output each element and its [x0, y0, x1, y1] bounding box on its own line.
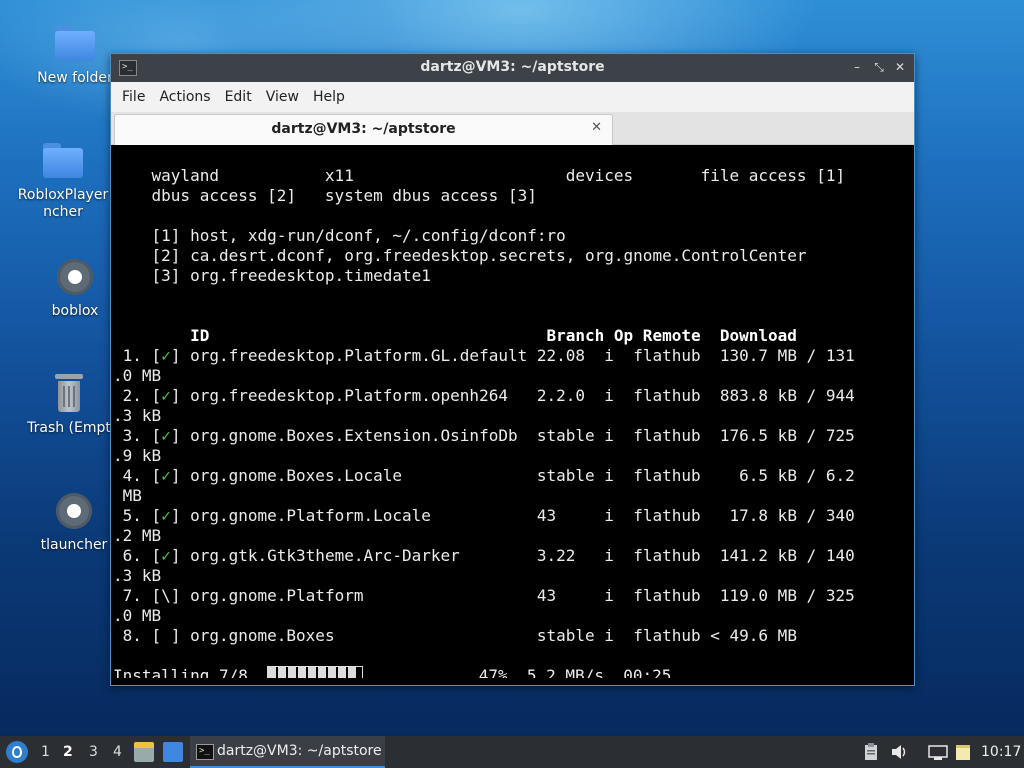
minimize-button[interactable]: – [848, 58, 866, 76]
window-title: dartz@VM3: ~/aptstore [420, 59, 605, 75]
table-row-wrap: .3 kB [113, 566, 162, 585]
menu-bar: File Actions Edit View Help [111, 82, 914, 112]
workspace-1[interactable]: 1 [41, 744, 50, 760]
trash-icon [47, 372, 91, 416]
desktop-icon-label: RobloxPlayer ncher [17, 187, 109, 220]
table-row: 8. [ ] org.gnome.Boxes stable i flathub … [113, 626, 797, 645]
table-row: 4. [✓] org.gnome.Boxes.Locale stable i f… [113, 466, 855, 485]
taskbar: 1 2 3 4 >_ dartz@VM3: ~/aptstore 10:17 [0, 736, 1024, 768]
table-row-wrap: .2 MB [113, 526, 162, 545]
notes-icon[interactable] [954, 743, 972, 761]
table-row-wrap: MB [113, 486, 142, 505]
workspace-4[interactable]: 4 [113, 744, 122, 760]
window-titlebar[interactable]: >_ dartz@VM3: ~/aptstore – ⤡ ✕ [111, 54, 914, 82]
terminal-output[interactable]: wayland x11 devices file access [1] dbus… [113, 146, 909, 678]
tab-close-icon[interactable]: ✕ [591, 120, 602, 135]
desktop-icon-trash[interactable]: Trash (Empt [19, 372, 119, 437]
terminal-icon: >_ [196, 744, 214, 760]
file-manager-icon[interactable] [134, 742, 154, 762]
table-row: 3. [✓] org.gnome.Boxes.Extension.OsinfoD… [113, 426, 855, 445]
folder-icon [53, 22, 97, 66]
clipboard-icon[interactable] [862, 743, 880, 761]
progress-bar [267, 665, 364, 678]
gear-icon [53, 255, 97, 299]
menu-edit[interactable]: Edit [225, 82, 252, 112]
install-status-label: Installing 7/8… [113, 666, 268, 678]
close-button[interactable]: ✕ [891, 58, 909, 76]
menu-help[interactable]: Help [313, 82, 345, 112]
table-row-wrap: .0 MB [113, 366, 162, 385]
table-row: 1. [✓] org.freedesktop.Platform.GL.defau… [113, 346, 855, 365]
menu-actions[interactable]: Actions [159, 82, 210, 112]
menu-view[interactable]: View [266, 82, 299, 112]
app-menu-icon[interactable] [6, 741, 28, 763]
terminal-window: >_ dartz@VM3: ~/aptstore – ⤡ ✕ File Actio… [110, 53, 915, 686]
terminal-line: dbus access [2] system dbus access [3] [113, 186, 537, 205]
desktop-icon-label: tlauncher [40, 537, 108, 553]
taskbar-task-label: dartz@VM3: ~/aptstore [217, 743, 382, 759]
tab-bar: dartz@VM3: ~/aptstore ✕ [111, 112, 914, 145]
terminal-line: [2] ca.desrt.dconf, org.freedesktop.secr… [113, 246, 807, 265]
show-desktop-icon[interactable] [163, 742, 183, 762]
clock: 10:17 [981, 744, 1022, 760]
table-row: 7. [\] org.gnome.Platform 43 i flathub 1… [113, 586, 855, 605]
folder-icon [41, 139, 85, 183]
taskbar-task-terminal[interactable]: >_ dartz@VM3: ~/aptstore [190, 736, 385, 768]
table-row: 5. [✓] org.gnome.Platform.Locale 43 i fl… [113, 506, 855, 525]
tab-terminal[interactable]: dartz@VM3: ~/aptstore ✕ [114, 114, 613, 145]
terminal-line: wayland x11 devices file access [1] [113, 166, 846, 185]
workspace-3[interactable]: 3 [89, 744, 98, 760]
maximize-button[interactable]: ⤡ [870, 58, 888, 76]
gear-icon [52, 489, 96, 533]
table-row-wrap: .9 kB [113, 446, 162, 465]
table-header: ID Branch Op Remote Download [113, 326, 797, 345]
table-row-wrap: .0 MB [113, 606, 162, 625]
menu-file[interactable]: File [122, 82, 145, 112]
install-status-stats: 47% 5.2 MB/s 00:25 [363, 666, 672, 678]
terminal-line: [1] host, xdg-run/dconf, ~/.config/dconf… [113, 226, 566, 245]
table-row: 6. [✓] org.gtk.Gtk3theme.Arc-Darker 3.22… [113, 546, 855, 565]
desktop-icon-tlauncher[interactable]: tlauncher [24, 489, 124, 554]
install-status-line: Installing 7/8… 47% 5.2 MB/s 00:25 [113, 665, 909, 678]
network-icon[interactable] [928, 743, 948, 761]
tab-label: dartz@VM3: ~/aptstore [271, 121, 456, 137]
table-row-wrap: .3 kB [113, 406, 162, 425]
desktop-icon-label: Trash (Empt [27, 420, 111, 436]
volume-icon[interactable] [890, 743, 908, 761]
table-row: 2. [✓] org.freedesktop.Platform.openh264… [113, 386, 855, 405]
workspace-2[interactable]: 2 [63, 744, 73, 760]
desktop-icon-robloxplayer[interactable]: RobloxPlayer ncher [13, 139, 113, 221]
terminal-line: [3] org.freedesktop.timedate1 [113, 266, 431, 285]
